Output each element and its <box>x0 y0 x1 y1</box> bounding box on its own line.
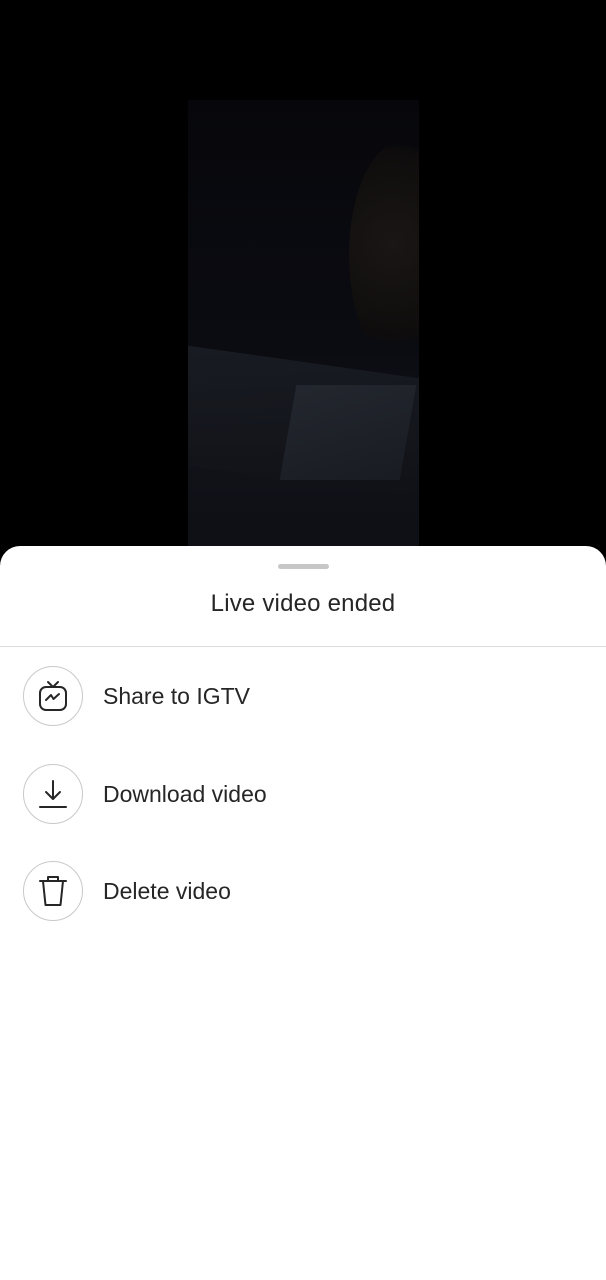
download-video-label: Download video <box>103 780 267 807</box>
video-preview <box>188 100 419 560</box>
share-to-igtv-option[interactable]: Share to IGTV <box>0 656 606 736</box>
trash-icon <box>23 861 83 921</box>
sheet-title: Live video ended <box>210 590 396 617</box>
sheet-drag-handle[interactable] <box>278 564 329 569</box>
delete-video-label: Delete video <box>103 877 231 904</box>
live-video-background <box>0 0 606 560</box>
download-icon <box>23 764 83 824</box>
video-frame-box <box>279 385 417 480</box>
igtv-icon <box>23 666 83 726</box>
sheet-divider <box>0 646 606 647</box>
delete-video-option[interactable]: Delete video <box>0 851 606 931</box>
bottom-sheet: Live video ended Share to IGTV Download … <box>0 546 606 1280</box>
video-frame-shadow <box>349 140 419 370</box>
share-to-igtv-label: Share to IGTV <box>103 682 251 709</box>
download-video-option[interactable]: Download video <box>0 754 606 834</box>
